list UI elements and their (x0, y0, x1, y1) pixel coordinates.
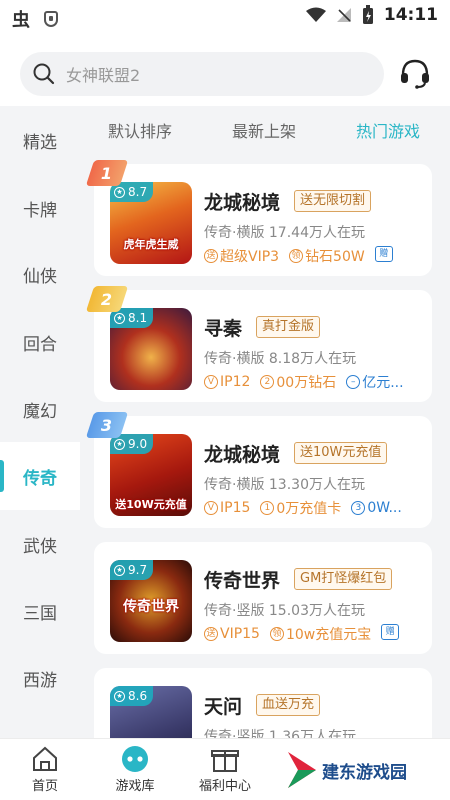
number-icon: 3 (351, 501, 366, 515)
search-icon (33, 63, 55, 85)
gift-icon: 送 (204, 627, 218, 641)
tab-default-sort[interactable]: 默认排序 (108, 118, 172, 142)
sidebar-item-huihe[interactable]: 回合 (0, 308, 80, 376)
perk-item: – 亿元... (346, 372, 404, 392)
game-list-panel: 默认排序 最新上架 热门游戏 ★ 8.7 虎年虎生威 1 龙城秘境 送无限切割 传… (80, 106, 450, 738)
nav-home-label: 首页 (31, 779, 58, 794)
sidebar-item-xiyou[interactable]: 西游 (0, 644, 80, 712)
battery-icon (362, 5, 373, 24)
gift-icon (211, 750, 239, 772)
search-header: 女神联盟2 (0, 34, 450, 106)
game-meta: 传奇·竖版 1.36万人在玩 (204, 729, 357, 738)
perk-item: 3 0W... (351, 498, 402, 518)
sidebar-item-mohuan[interactable]: 魔幻 (0, 375, 80, 443)
promo-tag: 真打金版 (256, 316, 321, 338)
game-card[interactable]: ★ 8.7 虎年虎生威 1 龙城秘境 送无限切割 传奇·横版 17.44万人在玩 … (85, 160, 432, 276)
perk-item: 送 VIP15 (204, 624, 260, 644)
tab-hot-games[interactable]: 热门游戏 (356, 118, 420, 142)
sort-tabs: 默认排序 最新上架 热门游戏 (80, 106, 450, 152)
star-icon: ★ (114, 186, 125, 198)
perk-list: 送 VIP15 领 10w充值元宝 赠 (204, 624, 400, 644)
perk-item: 1 0万充值卡 (260, 498, 341, 518)
game-card[interactable]: 送10W元充值 ★ 9.0 3 龙城秘境 送10W元充值 传奇·横版 13.30万… (85, 412, 432, 528)
promo-tag: 血送万充 (256, 694, 321, 716)
sidebar-item-wuxia[interactable]: 武侠 (0, 510, 80, 578)
game-title: 龙城秘境 (204, 444, 281, 466)
perk-list: V IP12 2 00万钻石 – 亿元... (204, 372, 404, 392)
headset-icon[interactable] (398, 56, 432, 90)
perk-list: V IP15 1 0万充值卡 3 0W... (204, 498, 402, 518)
game-meta: 传奇·横版 8.18万人在玩 (204, 351, 357, 367)
sidebar-item-sanguo[interactable]: 三国 (0, 577, 80, 645)
status-bar: 虫 14:11 (0, 0, 450, 34)
score-badge: ★ 9.7 (110, 560, 154, 580)
thumbnail-caption: 送10W元充值 (115, 498, 187, 511)
clock: 14:11 (383, 5, 438, 25)
nav-home[interactable]: 首页 (0, 745, 90, 794)
nav-welfare-center[interactable]: 福利中心 (180, 745, 270, 794)
sidebar-item-xianxia[interactable]: 仙侠 (0, 240, 80, 308)
game-title: 传奇世界 (204, 570, 281, 592)
promo-tag: GM打怪爆红包 (294, 568, 393, 590)
perk-list: 送超级VIP3 领钻石50W 赠 (204, 246, 393, 266)
game-card[interactable]: ★ 8.6 天问 血送万充 传奇·竖版 1.36万人在玩 (94, 668, 432, 738)
perk-item: 送超级VIP3 (204, 246, 279, 266)
game-card[interactable]: 传奇世界 ★ 9.7 传奇世界 GM打怪爆红包 传奇·竖版 15.03万人在玩 送… (94, 542, 432, 654)
perk-item: 领钻石50W (289, 246, 365, 266)
sidebar-item-kapai[interactable]: 卡牌 (0, 174, 80, 242)
number-icon: 1 (260, 501, 275, 515)
star-icon: ★ (114, 564, 125, 576)
thumbnail-caption: 虎年虎生威 (123, 238, 179, 251)
game-title: 寻秦 (204, 318, 243, 340)
nav-game-library[interactable]: 游戏库 (90, 745, 180, 794)
home-icon (33, 746, 57, 771)
coin-icon: 领 (269, 627, 284, 641)
perk-item: 2 00万钻石 (260, 372, 336, 392)
nav-game-library-label: 游戏库 (115, 779, 155, 794)
vip-icon: V (204, 501, 218, 515)
category-sidebar: 精选 卡牌 仙侠 回合 魔幻 传奇 武侠 三国 西游 (0, 106, 80, 738)
ticket-icon: 赠 (381, 624, 400, 640)
game-card[interactable]: ★ 8.1 2 寻秦 真打金版 传奇·横版 8.18万人在玩 V IP12 2 00万… (85, 286, 432, 402)
game-title: 龙城秘境 (204, 192, 281, 214)
thumbnail-caption: 传奇世界 (123, 599, 179, 615)
perk-item: 领 10w充值元宝 (269, 624, 371, 644)
search-placeholder: 女神联盟2 (66, 66, 141, 85)
game-thumbnail: ★ 8.7 虎年虎生威 (110, 182, 192, 264)
score-badge: ★ 8.6 (110, 686, 154, 706)
gift-icon: 送 (204, 249, 218, 263)
vip-icon: V (204, 375, 218, 389)
perk-item: V IP12 (204, 372, 250, 392)
promo-tag: 送无限切割 (294, 190, 372, 212)
minus-icon: – (346, 375, 361, 389)
nav-welfare-center-label: 福利中心 (198, 779, 251, 794)
game-meta: 传奇·横版 13.30万人在玩 (204, 477, 365, 493)
number-icon: 2 (260, 375, 275, 389)
star-icon: ★ (114, 438, 125, 450)
game-meta: 传奇·竖版 15.03万人在玩 (204, 603, 365, 619)
watermark-logo-icon (288, 752, 316, 788)
site-watermark: 建东游戏园 (286, 748, 446, 792)
shield-icon (44, 11, 58, 27)
gamepad-icon (122, 746, 148, 772)
game-meta: 传奇·横版 17.44万人在玩 (204, 225, 365, 241)
watermark-text: 建东游戏园 (322, 762, 407, 783)
star-icon: ★ (114, 312, 125, 324)
coin-icon: 领 (289, 249, 304, 263)
sidebar-item-jingxuan[interactable]: 精选 (0, 106, 80, 174)
promo-tag: 送10W元充值 (294, 442, 388, 464)
app-notification-icon: 虫 (12, 10, 30, 31)
sidebar-item-chuanqi[interactable]: 传奇 (0, 442, 80, 510)
no-signal-icon (336, 8, 351, 22)
star-icon: ★ (114, 690, 125, 702)
wifi-icon (305, 7, 326, 22)
search-input[interactable]: 女神联盟2 (20, 52, 384, 96)
tab-newest[interactable]: 最新上架 (232, 118, 296, 142)
perk-item: V IP15 (204, 498, 250, 518)
game-title: 天问 (204, 696, 243, 718)
ticket-icon: 赠 (374, 246, 393, 262)
